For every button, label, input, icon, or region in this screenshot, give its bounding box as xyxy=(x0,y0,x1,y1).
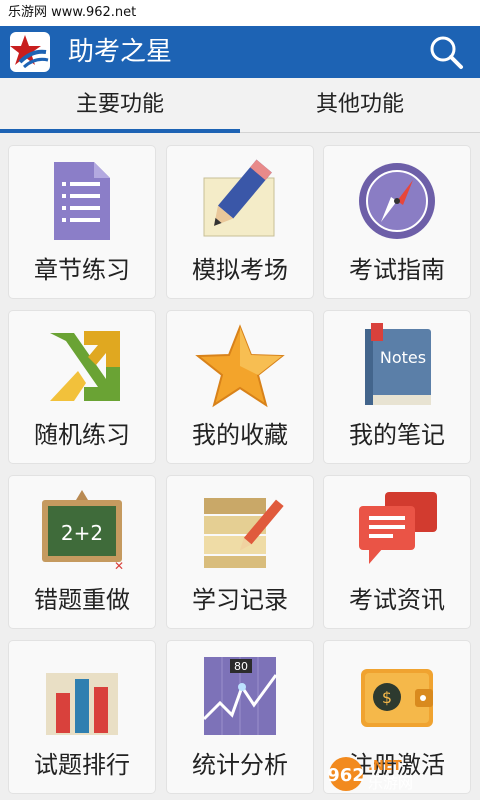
tile-redo-wrong-questions[interactable]: 2+2 ✕ 错题重做 xyxy=(9,476,155,628)
tile-chapter-practice[interactable]: 章节练习 xyxy=(9,146,155,298)
svg-text:乐游网: 乐游网 xyxy=(368,774,413,792)
bar-chart-icon xyxy=(32,653,132,739)
tile-my-favorites[interactable]: 我的收藏 xyxy=(167,311,313,463)
tile-label: 我的笔记 xyxy=(349,421,445,449)
compass-icon xyxy=(347,158,447,244)
app-logo-icon xyxy=(10,32,50,72)
tile-study-record[interactable]: 学习记录 xyxy=(167,476,313,628)
tile-exam-guide[interactable]: 考试指南 xyxy=(324,146,470,298)
tab-other-functions[interactable]: 其他功能 xyxy=(240,78,480,132)
svg-text:Notes: Notes xyxy=(380,348,426,367)
notepad-pencil-icon xyxy=(190,488,290,574)
tile-label: 考试指南 xyxy=(349,256,445,284)
tile-label: 考试资讯 xyxy=(349,586,445,614)
tile-my-notes[interactable]: Notes 我的笔记 xyxy=(324,311,470,463)
chalkboard-icon: 2+2 ✕ xyxy=(32,488,132,574)
svg-text:$: $ xyxy=(382,688,392,707)
svg-text:80: 80 xyxy=(234,660,248,673)
tile-statistics[interactable]: 80 统计分析 xyxy=(167,641,313,793)
tile-exam-news[interactable]: 考试资讯 xyxy=(324,476,470,628)
svg-text:.NET: .NET xyxy=(368,759,402,774)
tile-label: 随机练习 xyxy=(34,421,130,449)
chat-bubbles-icon xyxy=(347,488,447,574)
tile-random-practice[interactable]: 随机练习 xyxy=(9,311,155,463)
tile-label: 学习记录 xyxy=(192,586,288,614)
search-icon[interactable] xyxy=(426,32,466,72)
tile-label: 错题重做 xyxy=(34,586,130,614)
svg-text:2+2: 2+2 xyxy=(61,521,103,545)
tile-label: 章节练习 xyxy=(34,256,130,284)
svg-text:✕: ✕ xyxy=(114,559,124,573)
star-icon xyxy=(190,323,290,409)
shuffle-icon xyxy=(32,323,132,409)
tab-bar: 主要功能 其他功能 xyxy=(0,78,480,133)
notes-book-icon: Notes xyxy=(347,323,447,409)
tile-mock-exam[interactable]: 模拟考场 xyxy=(167,146,313,298)
tab-main-functions[interactable]: 主要功能 xyxy=(0,78,240,132)
wallet-icon: $ xyxy=(347,653,447,739)
tile-question-ranking[interactable]: 试题排行 xyxy=(9,641,155,793)
app-bar: 助考之星 xyxy=(0,26,480,78)
tile-label: 我的收藏 xyxy=(192,421,288,449)
app-title: 助考之星 xyxy=(68,37,173,67)
function-grid: 章节练习 模拟考场 考试指南 随机练习 我的收藏 Notes 我的笔记 2+2 … xyxy=(0,132,480,800)
tile-label: 试题排行 xyxy=(34,751,130,779)
pencil-icon xyxy=(190,158,290,244)
status-bar: 乐游网 www.962.net xyxy=(0,0,480,26)
tile-label: 模拟考场 xyxy=(192,256,288,284)
watermark-logo: 962 .NET 乐游网 xyxy=(324,754,474,794)
document-list-icon xyxy=(32,158,132,244)
svg-text:962: 962 xyxy=(327,765,365,786)
watermark-text: 乐游网 www.962.net xyxy=(8,5,137,20)
line-chart-icon: 80 xyxy=(190,653,290,739)
tile-label: 统计分析 xyxy=(192,751,288,779)
